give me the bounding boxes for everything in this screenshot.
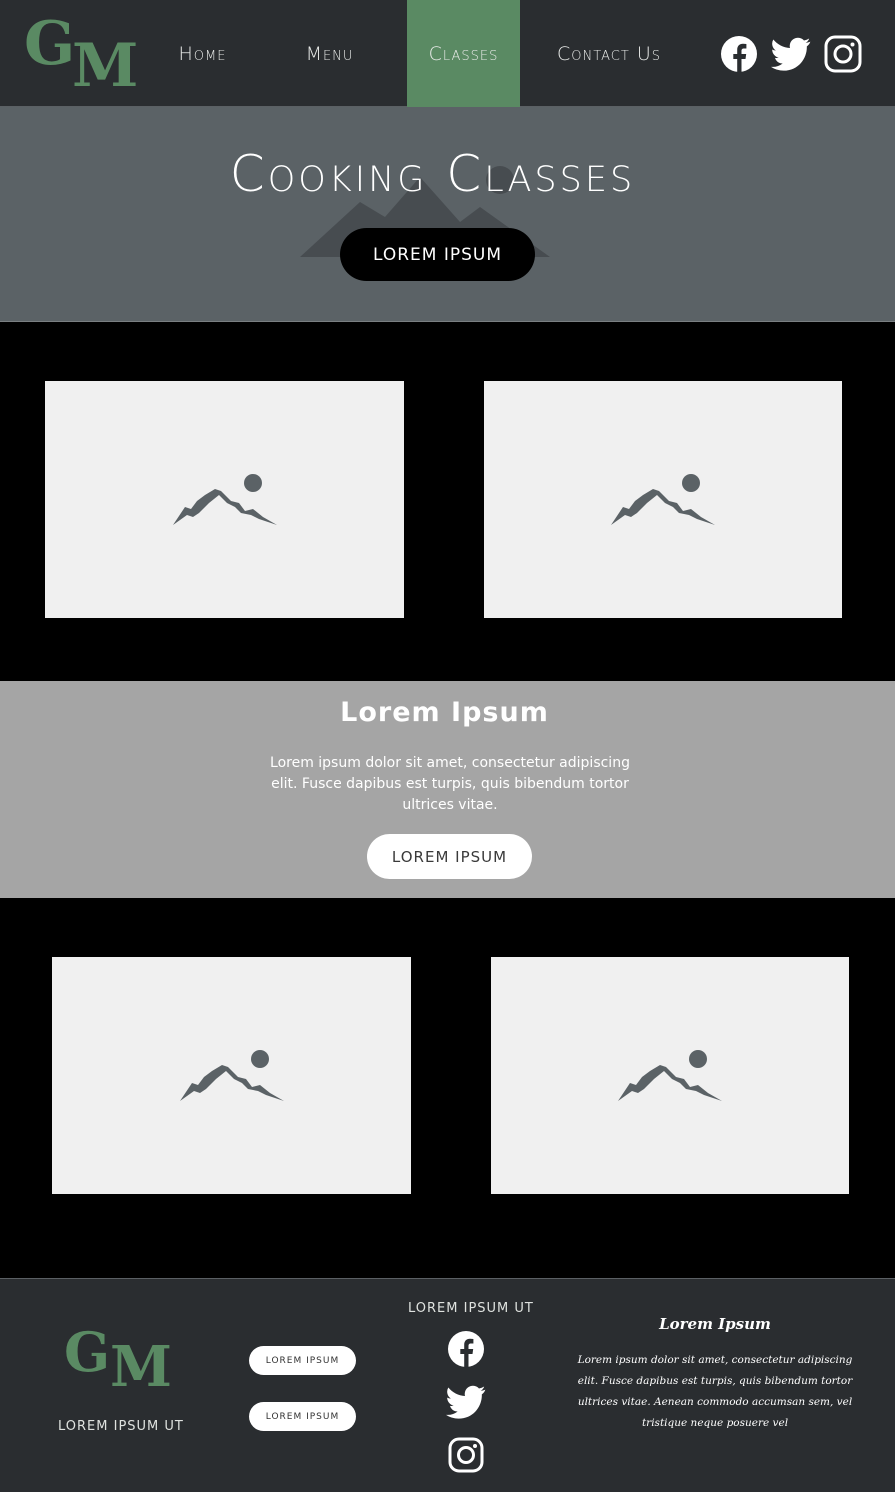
image-placeholder-icon [618,1049,722,1101]
footer-button[interactable]: LOREM IPSUM [249,1402,356,1431]
image-placeholder[interactable] [484,381,842,618]
site-logo[interactable]: G M [24,9,138,98]
hero-cta-button[interactable]: LOREM IPSUM [340,228,535,281]
footer-script-title: Lorem Ipsum [659,1315,771,1333]
twitter-icon[interactable] [770,34,812,74]
top-nav: G M Home Menu Classes Contact Us [0,0,895,107]
instagram-icon[interactable] [823,34,863,74]
image-placeholder[interactable] [52,957,411,1194]
nav-link-contact-us[interactable]: Contact Us [538,0,680,107]
footer-script-text: Lorem ipsum dolor sit amet, consectetur … [577,1354,853,1429]
band-cta-button[interactable]: LOREM IPSUM [367,834,532,879]
image-placeholder-icon [179,1049,284,1101]
logo-letter-g: G [24,9,75,79]
footer-logo[interactable]: G M [64,1323,174,1398]
image-placeholder-icon [611,473,715,525]
logo-letter-m: M [72,31,138,101]
nav-link-home[interactable]: Home [150,0,255,107]
image-placeholder-icon [172,473,277,525]
facebook-icon[interactable] [446,1329,486,1369]
hero-banner: Cooking Classes LOREM IPSUM [0,107,895,322]
footer-social-heading: LOREM IPSUM UT [408,1301,534,1316]
footer-button[interactable]: LOREM IPSUM [249,1346,356,1375]
site-footer: G M LOREM IPSUM UT LOREM IPSUM LOREM IPS… [0,1278,895,1492]
logo-letter-m: M [110,1334,172,1400]
image-placeholder[interactable] [45,381,404,618]
image-placeholder[interactable] [491,957,849,1194]
logo-letter-g: G [64,1320,110,1384]
facebook-icon[interactable] [719,34,759,74]
twitter-icon[interactable] [446,1382,486,1422]
nav-link-classes[interactable]: Classes [407,0,520,107]
band-title: Lorem Ipsum [340,697,549,728]
instagram-icon[interactable] [446,1435,486,1475]
page-title: Cooking Classes [229,145,636,203]
footer-logo-caption: LOREM IPSUM UT [58,1419,184,1434]
page: G M Home Menu Classes Contact Us Cooking… [0,0,895,1492]
band-description: Lorem ipsum dolor sit amet, consectetur … [270,755,630,813]
nav-link-menu[interactable]: Menu [272,0,387,107]
info-band: Lorem Ipsum Lorem ipsum dolor sit amet, … [0,681,895,898]
